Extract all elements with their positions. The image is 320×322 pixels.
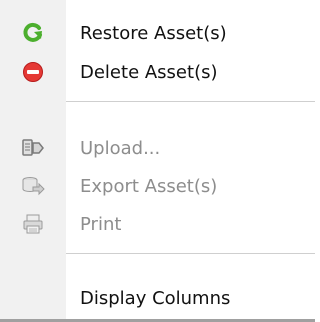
menu-item-label: Display Columns (80, 287, 231, 309)
print-icon (21, 212, 45, 236)
export-icon (21, 174, 45, 198)
restore-icon (21, 21, 45, 45)
menu-separator (66, 253, 315, 254)
delete-icon (21, 60, 45, 84)
menu-item-export-assets[interactable]: Export Asset(s) (0, 167, 315, 205)
menu-item-restore-assets[interactable]: Restore Asset(s) (0, 14, 315, 52)
empty-icon-slot (21, 286, 45, 310)
menu-item-label: Restore Asset(s) (80, 22, 227, 44)
menu-item-print[interactable]: Print (0, 205, 315, 243)
menu-item-label: Delete Asset(s) (80, 61, 218, 83)
menu-item-label: Upload... (80, 137, 161, 159)
menu-item-label: Export Asset(s) (80, 175, 218, 197)
menu-item-delete-assets[interactable]: Delete Asset(s) (0, 53, 315, 91)
menu-item-label: Print (80, 213, 122, 235)
upload-icon (21, 136, 45, 160)
menu-item-upload[interactable]: Upload... (0, 129, 315, 167)
menu-item-display-columns[interactable]: Display Columns (0, 279, 315, 317)
menu-separator (66, 101, 315, 102)
context-menu: Restore Asset(s) Delete Asset(s) Upload.… (0, 0, 315, 322)
